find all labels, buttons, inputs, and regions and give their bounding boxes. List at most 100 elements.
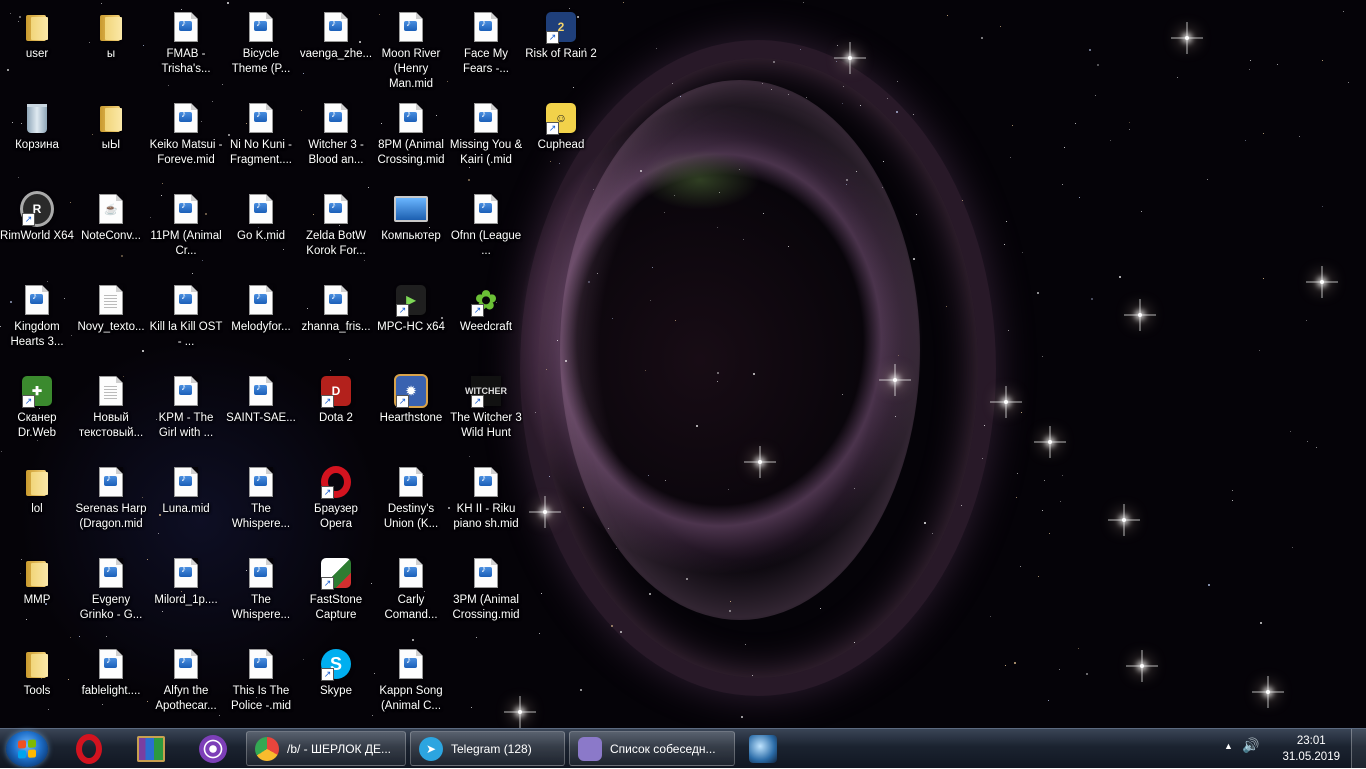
desktop-icon-the-whispere[interactable]: The Whispere...: [224, 459, 298, 547]
desktop-icon-корзина[interactable]: Корзина: [0, 95, 74, 183]
volume-icon[interactable]: 🔊: [1242, 738, 1259, 754]
clock[interactable]: 23:01 31.05.2019: [1282, 733, 1340, 765]
desktop-icon-label: lol: [31, 503, 43, 515]
desktop-icon-milord-1p[interactable]: Milord_1p....: [149, 550, 223, 638]
desktop-icon-label: KPM - The Girl with ...: [158, 412, 214, 439]
desktop-icon-image: ✿ ↗: [469, 283, 503, 317]
desktop-icon-faststone-capture[interactable]: ↗ FastStone Capture: [299, 550, 373, 638]
desktop-icon-label: Kingdom Hearts 3...: [10, 321, 64, 348]
desktop-icon-ы[interactable]: ы: [74, 4, 148, 92]
star: [741, 716, 743, 718]
desktop-icon-3pm-animal-crossing-mid[interactable]: 3PM (Animal Crossing.mid: [449, 550, 523, 638]
desktop-icon-lol[interactable]: lol: [0, 459, 74, 547]
midi-file-icon: [174, 194, 198, 224]
desktop-icon-11pm-animal-cr[interactable]: 11PM (Animal Cr...: [149, 186, 223, 274]
desktop-icon-evgeny-grinko-g[interactable]: Evgeny Grinko - G...: [74, 550, 148, 638]
desktop-icon-the-witcher-3-wild-hunt[interactable]: WITCHER ↗ The Witcher 3 Wild Hunt: [449, 368, 523, 456]
desktop-icon-noteconv[interactable]: ☕ NoteConv...: [74, 186, 148, 274]
desktop-icon-melodyfor[interactable]: Melodyfor...: [224, 277, 298, 365]
desktop-icon-label: Новый текстовый...: [78, 412, 144, 439]
desktop-icon-luna-mid[interactable]: Luna.mid: [149, 459, 223, 547]
desktop-icon-witcher-3-blood-an[interactable]: Witcher 3 - Blood an...: [299, 95, 373, 183]
desktop-icon-hearthstone[interactable]: ✹ ↗ Hearthstone: [374, 368, 448, 456]
desktop-icon-zhanna-fris[interactable]: zhanna_fris...: [299, 277, 373, 365]
desktop-icon-destiny-s-union-k[interactable]: Destiny's Union (K...: [374, 459, 448, 547]
desktop-icon-rimworld-x64[interactable]: R ↗ RimWorld X64: [0, 186, 74, 274]
star: [1245, 140, 1246, 141]
desktop-icon-8pm-animal-crossing-mid[interactable]: 8PM (Animal Crossing.mid: [374, 95, 448, 183]
desktop-icon-image: [94, 10, 128, 44]
desktop-icon-image: ✚ ↗: [20, 374, 54, 408]
desktop-icon-alfyn-the-apothecar[interactable]: Alfyn the Apothecar...: [149, 641, 223, 728]
desktop-icon-kappn-song-animal-c[interactable]: Kappn Song (Animal C...: [374, 641, 448, 728]
desktop-icon-missing-you-kairi-mid[interactable]: Missing You & Kairi (.mid: [449, 95, 523, 183]
start-button[interactable]: [6, 731, 48, 767]
desktop-icon-kill-la-kill-ost[interactable]: Kill la Kill OST - ...: [149, 277, 223, 365]
star: [1016, 497, 1017, 498]
desktop-icon-face-my-fears[interactable]: Face My Fears -...: [449, 4, 523, 92]
telegram-task-button[interactable]: ➤ Telegram (128): [410, 731, 565, 766]
star: [728, 489, 729, 490]
desktop-icon-risk-of-rain-2[interactable]: 2 ↗ Risk of Rain 2: [524, 4, 598, 92]
desktop-icon-ыы[interactable]: ыЫ: [74, 95, 148, 183]
desktop-icon-kingdom-hearts-3[interactable]: Kingdom Hearts 3...: [0, 277, 74, 365]
desktop-icon-label: Weedcraft: [459, 321, 513, 333]
desktop-icon-cuphead[interactable]: ☺ ↗ Cuphead: [524, 95, 598, 183]
desktop-icon-image: [169, 192, 203, 226]
star: [898, 355, 899, 356]
star: [924, 522, 926, 524]
desktop-icon-this-is-the-police-mid[interactable]: This Is The Police -.mid: [224, 641, 298, 728]
star: [854, 488, 855, 489]
desktop-icon-kpm-the-girl-with[interactable]: KPM - The Girl with ...: [149, 368, 223, 456]
desktop-icon-serenas-harp-dragon-mid[interactable]: Serenas Harp (Dragon.mid: [74, 459, 148, 547]
star: [686, 578, 688, 580]
desktop-icon-браузер-opera[interactable]: ↗ Браузер Opera: [299, 459, 373, 547]
desktop-icon-ofnn-league[interactable]: Ofnn (League ...: [449, 186, 523, 274]
bright-star: [848, 56, 852, 60]
midi-file-icon: [99, 649, 123, 679]
desktop-icon-kh-ii-riku-piano-sh-mid[interactable]: KH II - Riku piano sh.mid: [449, 459, 523, 547]
pidgin-task-button[interactable]: Список собеседн...: [569, 731, 735, 766]
star: [1010, 157, 1011, 158]
desktop-icon-saint-sae[interactable]: SAINT-SAE...: [224, 368, 298, 456]
desktop-icon-компьютер[interactable]: Компьютер: [374, 186, 448, 274]
desktop-icon-user[interactable]: user: [0, 4, 74, 92]
desktop-icon-carly-comand[interactable]: Carly Comand...: [374, 550, 448, 638]
winrar-taskbar-button[interactable]: [124, 732, 178, 766]
star: [1277, 64, 1278, 65]
desktop-icon-fmab-trisha-s[interactable]: FMAB - Trisha's...: [149, 4, 223, 92]
desktop-icon-ni-no-kuni-fragment[interactable]: Ni No Kuni - Fragment....: [224, 95, 298, 183]
desktop[interactable]: user ы FMAB - Trisha's... Bicycle Theme (P.…: [0, 0, 1366, 728]
desktop-icon-label: Сканер Dr.Web: [17, 412, 57, 439]
desktop-icon-zelda-botw-korok-for[interactable]: Zelda BotW Korok For...: [299, 186, 373, 274]
opera-taskbar-button[interactable]: [62, 732, 116, 766]
desktop-icon-moon-river-henry-man-mid[interactable]: Moon River (Henry Man.mid: [374, 4, 448, 92]
shortcut-arrow-icon: ↗: [396, 395, 409, 408]
desktop-icon-dota-2[interactable]: D ↗ Dota 2: [299, 368, 373, 456]
desktop-icon-mpc-hc-x64[interactable]: ▶ ↗ MPC-HC x64: [374, 277, 448, 365]
desktop-icon-novy-texto[interactable]: Novy_texto...: [74, 277, 148, 365]
midi-file-icon: [174, 649, 198, 679]
desktop-icon-keiko-matsui-foreve-mid[interactable]: Keiko Matsui - Foreve.mid: [149, 95, 223, 183]
desktop-icon-fablelight[interactable]: fablelight....: [74, 641, 148, 728]
desktop-icon-сканер-dr-web[interactable]: ✚ ↗ Сканер Dr.Web: [0, 368, 74, 456]
desktop-icon-image: [319, 283, 353, 317]
extra-taskbar-button[interactable]: [736, 732, 790, 766]
show-hidden-icons-button[interactable]: ▲: [1224, 741, 1233, 751]
desktop-icon-bicycle-theme-p[interactable]: Bicycle Theme (P...: [224, 4, 298, 92]
desktop-icon-новый-текстовый[interactable]: Новый текстовый...: [74, 368, 148, 456]
desktop-icon-vaenga-zhe[interactable]: vaenga_zhe...: [299, 4, 373, 92]
desktop-icon-go-k-mid[interactable]: Go K.mid: [224, 186, 298, 274]
chrome-task-button[interactable]: /b/ - ШЕРЛОК ДЕ...: [246, 731, 406, 766]
star: [680, 96, 681, 97]
tor-browser-taskbar-button[interactable]: [186, 732, 240, 766]
desktop-icon-skype[interactable]: S ↗ Skype: [299, 641, 373, 728]
desktop-icon-mmp[interactable]: MMP: [0, 550, 74, 638]
desktop-icon-image: [94, 465, 128, 499]
desktop-icon-the-whispere[interactable]: The Whispere...: [224, 550, 298, 638]
desktop-icon-tools[interactable]: Tools: [0, 641, 74, 728]
folder-icon: [26, 559, 48, 587]
desktop-icon-weedcraft[interactable]: ✿ ↗ Weedcraft: [449, 277, 523, 365]
show-desktop-button[interactable]: [1351, 729, 1366, 769]
star: [803, 2, 804, 3]
